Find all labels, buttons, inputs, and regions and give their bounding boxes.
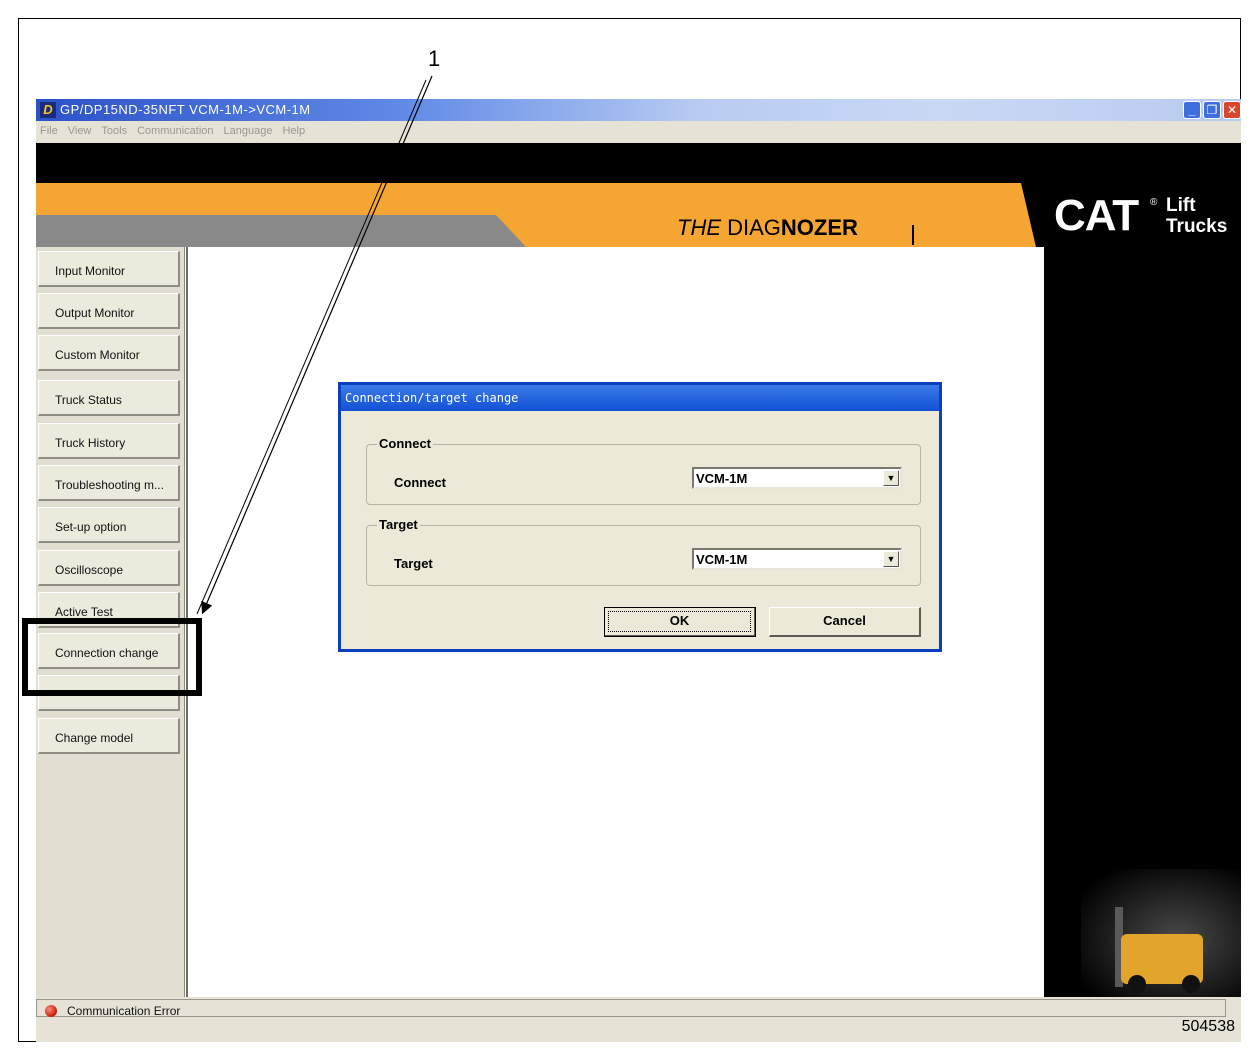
leader-line-front: [201, 75, 433, 615]
document-number: 504538: [1181, 1018, 1235, 1035]
leader-line-back: [196, 79, 427, 615]
callout-leader-lines: [196, 75, 433, 615]
